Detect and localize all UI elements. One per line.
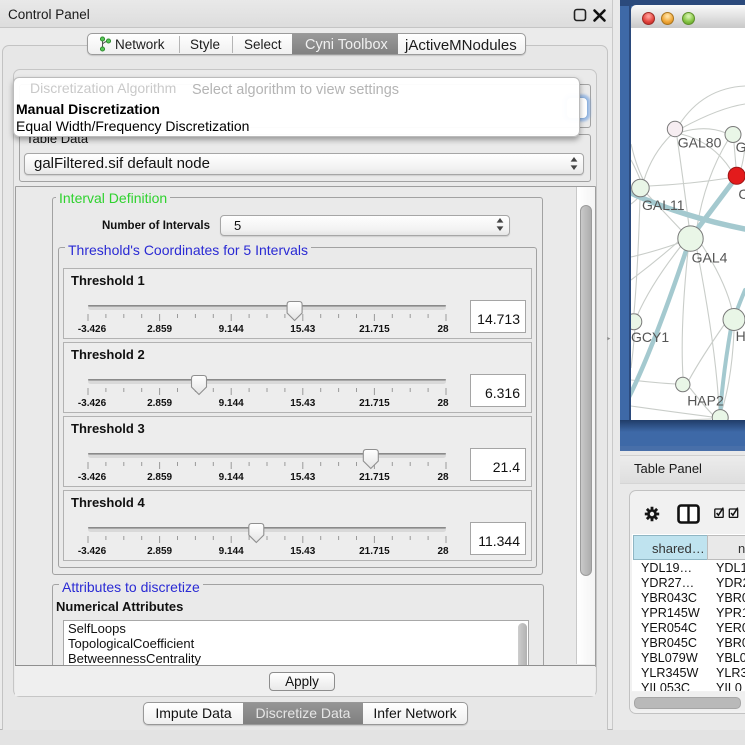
svg-text:GAL80: GAL80 [678,135,722,151]
svg-text:GCY1: GCY1 [631,329,669,345]
svg-text:GAL11: GAL11 [642,197,685,213]
svg-text:GA: GA [736,139,745,155]
svg-text:GAL4: GAL4 [692,249,728,265]
svg-text:C: C [738,186,745,202]
svg-text:HA: HA [736,328,745,344]
svg-text:HAP2: HAP2 [687,393,724,409]
